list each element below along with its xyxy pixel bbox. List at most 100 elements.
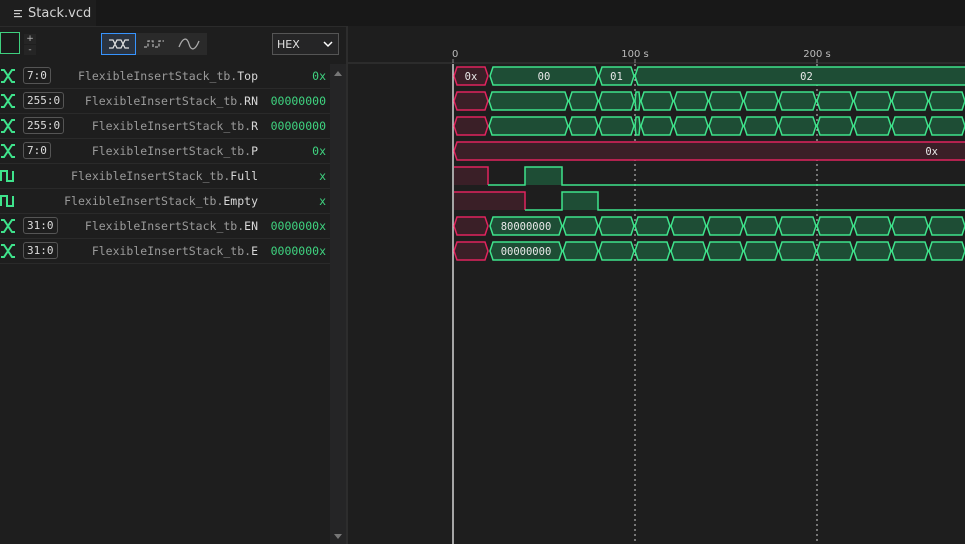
bus-segment [640, 91, 674, 111]
signal-row-rn[interactable]: 255:0 FlexibleInsertStack_tb.RN 00000000 [0, 89, 330, 114]
signal-value: 00000000 [270, 119, 326, 133]
bus-segment [640, 116, 674, 136]
bus-segment [568, 91, 599, 111]
signal-value: 0x [312, 144, 326, 158]
bus-segment [816, 116, 854, 136]
bus-segment [928, 91, 965, 111]
bus-segment [453, 91, 489, 111]
bus-segment [743, 116, 779, 136]
bus-segment [673, 116, 709, 136]
bus-segment [853, 241, 892, 261]
bus-signal-icon [1, 244, 15, 258]
bus-segment [562, 216, 599, 236]
bus-segment [891, 241, 929, 261]
radix-select[interactable]: HEX [272, 33, 339, 55]
bus-mode-button[interactable] [101, 33, 136, 55]
bus-value-label: 02 [800, 71, 813, 83]
signal-row-e[interactable]: 31:0 FlexibleInsertStack_tb.E 0000000x [0, 239, 330, 264]
bus-signal-icon [1, 69, 15, 83]
signal-width: 31:0 [23, 242, 58, 259]
bus-segment [453, 216, 489, 236]
signal-width: 7:0 [23, 67, 51, 84]
bus-segment [708, 91, 744, 111]
step-wave-icon [143, 40, 164, 48]
signal-row-full[interactable]: FlexibleInsertStack_tb.Full x [0, 164, 330, 189]
step-mode-button[interactable] [136, 33, 171, 55]
decrease-button[interactable]: - [24, 45, 36, 55]
bus-segment [891, 116, 929, 136]
bit-signal-icon [0, 170, 14, 182]
signal-value: 00000000 [270, 94, 326, 108]
bus-segment [853, 91, 892, 111]
tab-stack-vcd[interactable]: Stack.vcd [0, 0, 96, 26]
signal-list: 7:0 FlexibleInsertStack_tb.Top 0x 255:0 Flex… [0, 64, 330, 544]
bus-segment [743, 241, 779, 261]
scroll-up-icon[interactable] [334, 70, 342, 76]
bus-signal-icon [1, 119, 15, 133]
bus-signal-icon [1, 219, 15, 233]
tab-bar: Stack.vcd [0, 0, 965, 27]
signal-value: 0x [312, 69, 326, 83]
signal-name: FlexibleInsertStack_tb.Empty [64, 194, 258, 208]
value-format-box[interactable] [0, 32, 20, 54]
bus-segment [598, 116, 635, 136]
bus-value-label: 80000000 [501, 221, 552, 233]
bus-segment [853, 116, 892, 136]
bus-signal-icon [1, 94, 15, 108]
signal-row-top[interactable]: 7:0 FlexibleInsertStack_tb.Top 0x [0, 64, 330, 89]
signal-name: FlexibleInsertStack_tb.R [91, 119, 258, 133]
signal-row-en[interactable]: 31:0 FlexibleInsertStack_tb.EN 0000000x [0, 214, 330, 239]
bus-segment [891, 216, 929, 236]
bus-segment [562, 241, 599, 261]
render-mode-group [101, 33, 207, 55]
signal-width: 255:0 [23, 92, 65, 109]
signal-name: FlexibleInsertStack_tb.EN [84, 219, 258, 233]
signal-name: FlexibleInsertStack_tb.Full [71, 169, 258, 183]
bit-high-region [562, 192, 598, 210]
signal-name: FlexibleInsertStack_tb.P [91, 144, 258, 158]
signal-list-scrollbar[interactable] [330, 64, 346, 544]
radix-value: HEX [277, 37, 300, 51]
bus-value-label: 00000000 [501, 246, 552, 258]
scroll-down-icon[interactable] [334, 534, 342, 540]
bus-segment [891, 91, 929, 111]
bus-segment [778, 241, 817, 261]
increase-button[interactable]: + [24, 34, 36, 44]
bus-segment [928, 116, 965, 136]
bus-value-label: 0x [465, 71, 478, 83]
bus-signal-icon [1, 144, 15, 158]
signal-row-p[interactable]: 7:0 FlexibleInsertStack_tb.P 0x [0, 139, 330, 164]
signal-row-empty[interactable]: FlexibleInsertStack_tb.Empty x [0, 189, 330, 214]
unknown-region [454, 192, 525, 210]
signal-row-r[interactable]: 255:0 FlexibleInsertStack_tb.R 00000000 [0, 114, 330, 139]
sine-wave-icon [177, 38, 200, 50]
bus-segment [816, 216, 854, 236]
signal-value: x [319, 194, 326, 208]
bit-high-region [525, 167, 562, 185]
signal-value: 0000000x [270, 244, 326, 258]
signal-width: 7:0 [23, 142, 51, 159]
bus-value-label: 01 [610, 71, 623, 83]
bit-signal-icon [0, 195, 14, 207]
analog-mode-button[interactable] [171, 33, 206, 55]
signal-width: 255:0 [23, 117, 65, 134]
signal-name: FlexibleInsertStack_tb.Top [77, 69, 258, 83]
signal-value: 0000000x [270, 219, 326, 233]
bus-segment [453, 241, 489, 261]
bus-segment [453, 141, 965, 161]
bus-segment [816, 241, 854, 261]
bus-segment [634, 216, 671, 236]
bus-segment [488, 91, 569, 111]
signal-value: x [319, 169, 326, 183]
bus-segment [708, 116, 744, 136]
bus-segment [778, 216, 817, 236]
bus-segment [778, 91, 817, 111]
bus-value-label: 0x [925, 146, 938, 158]
bus-segment [568, 116, 599, 136]
bus-segment [453, 116, 489, 136]
bus-segment [816, 91, 854, 111]
bus-segment [598, 216, 635, 236]
waveform-viewer[interactable]: 0 100 s 200 s 0x 00 01 02 0x 80000000 00000000 [348, 26, 965, 544]
unknown-region [454, 167, 488, 185]
bus-segment [778, 116, 817, 136]
